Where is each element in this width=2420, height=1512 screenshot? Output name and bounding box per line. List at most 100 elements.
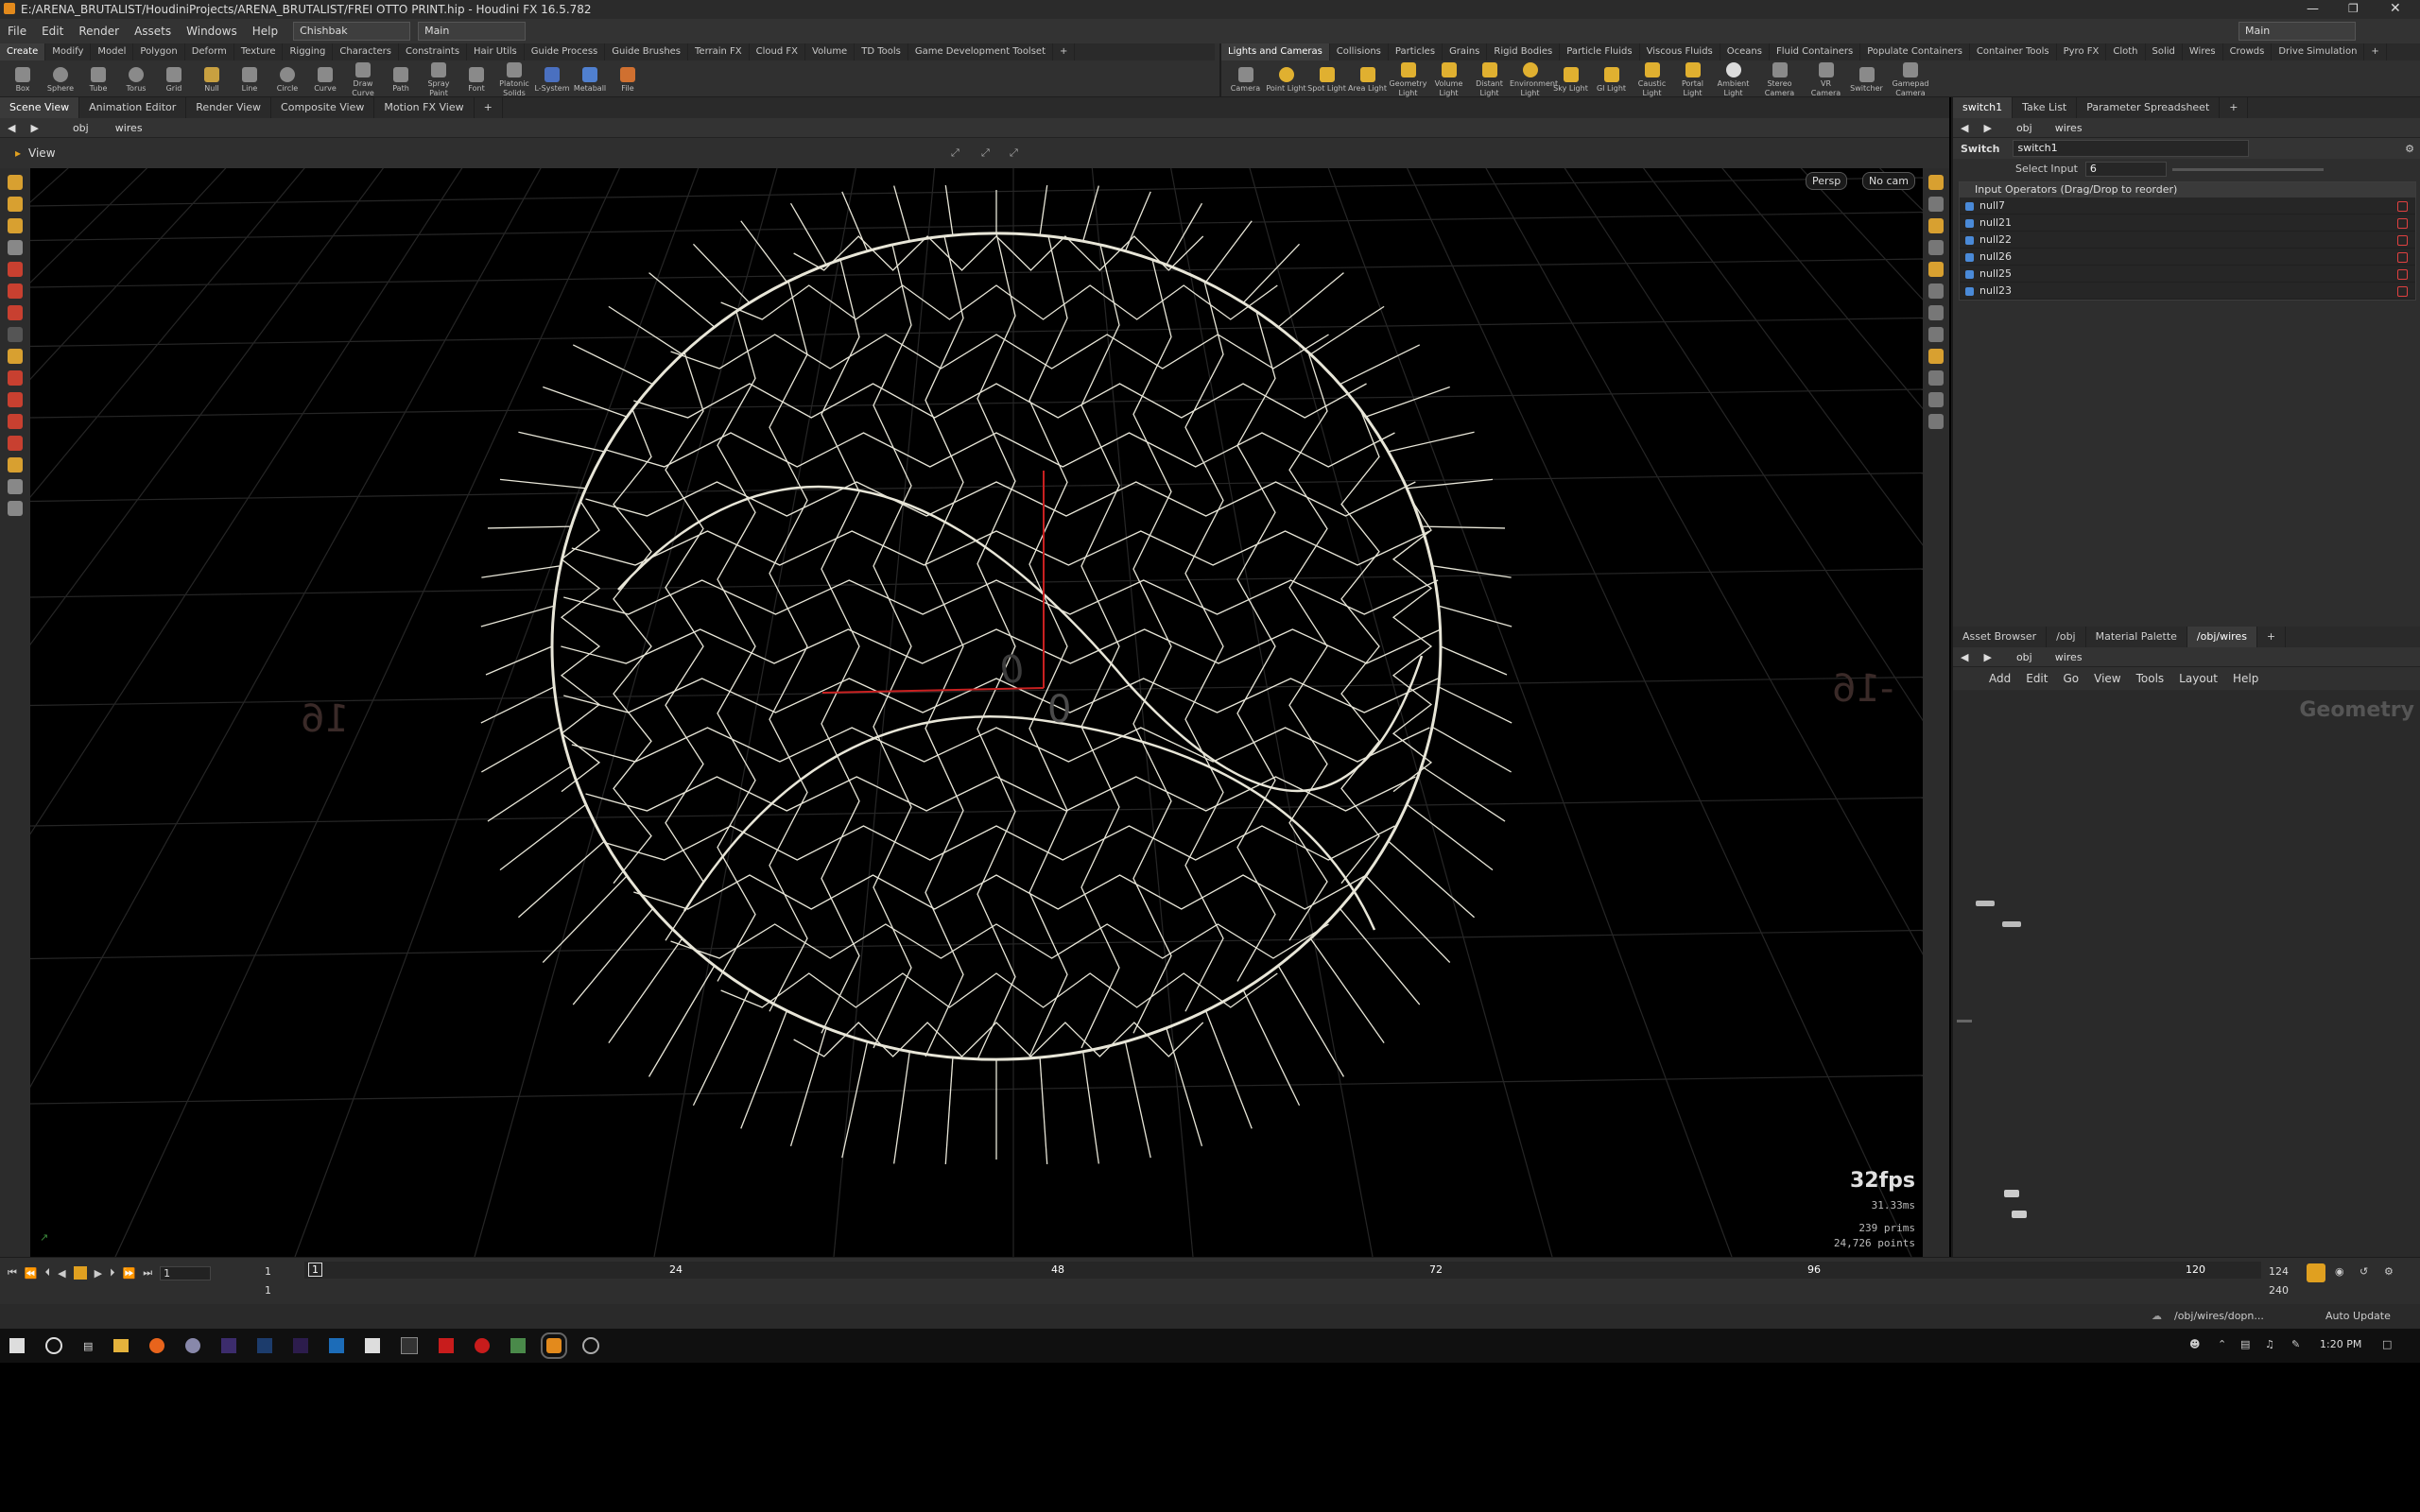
remove-input-icon[interactable] <box>2397 286 2408 297</box>
tool-curve[interactable]: Curve <box>306 63 344 94</box>
back-arrow-icon[interactable]: ◀ <box>1953 122 1976 134</box>
tab-composite-view[interactable]: Composite View <box>271 97 375 118</box>
shelf-tab[interactable]: Guide Brushes <box>605 43 689 60</box>
view-tool-icon[interactable] <box>8 197 23 212</box>
tool-path[interactable]: Path <box>382 63 420 94</box>
select-input-slider[interactable] <box>2171 167 2324 171</box>
filezilla-icon[interactable] <box>439 1338 455 1353</box>
tab-render-view[interactable]: Render View <box>186 97 272 118</box>
scale-tool-icon[interactable] <box>8 305 23 320</box>
shelf-tab[interactable]: Create <box>0 43 46 60</box>
tool-portal-light[interactable]: Portal Light <box>1672 59 1713 98</box>
network-menu-layout[interactable]: Layout <box>2171 667 2225 690</box>
shelf-tab[interactable]: Volume <box>805 43 856 60</box>
app-icon[interactable] <box>582 1337 600 1354</box>
app-icon[interactable] <box>365 1338 381 1353</box>
pose-tool-icon[interactable] <box>8 218 23 233</box>
auto-update-menu[interactable]: Auto Update <box>2325 1310 2391 1322</box>
shelf-tab[interactable]: Container Tools <box>1970 43 2057 60</box>
tool-null[interactable]: Null <box>193 63 231 94</box>
pen-icon[interactable]: ✎ <box>2291 1338 2300 1350</box>
tab-obj-wires[interactable]: /obj/wires <box>2187 627 2257 647</box>
path-wires[interactable]: wires <box>2048 122 2090 134</box>
shelf-tab[interactable]: Model <box>91 43 134 60</box>
repel-icon[interactable] <box>8 436 23 451</box>
range-end-field[interactable]: 124 <box>2269 1265 2289 1278</box>
remove-input-icon[interactable] <box>2397 269 2408 280</box>
add-pane-tab-icon[interactable]: + <box>2257 627 2287 647</box>
tool-draw-curve[interactable]: Draw Curve <box>344 59 382 98</box>
network-menu-edit[interactable]: Edit <box>2018 667 2055 690</box>
app-icon[interactable] <box>185 1338 201 1353</box>
tool-environment-light[interactable]: Environment Light <box>1510 59 1558 98</box>
point-display-icon[interactable] <box>1928 284 1944 299</box>
input-operator-row[interactable]: null25 <box>1960 266 2415 283</box>
task-view-icon[interactable]: ▤ <box>83 1340 93 1352</box>
vertex-display-icon[interactable] <box>1928 327 1944 342</box>
tool-camera[interactable]: Camera <box>1225 63 1266 94</box>
tool-tube[interactable]: Tube <box>79 63 117 94</box>
shelf-tab[interactable]: Modify <box>45 43 92 60</box>
shelf-tab[interactable]: Solid <box>2146 43 2183 60</box>
step-forward-icon[interactable]: ⏵ <box>110 1266 115 1280</box>
remove-input-icon[interactable] <box>2397 252 2408 263</box>
tool-volume-light[interactable]: Volume Light <box>1428 59 1469 98</box>
menu-file[interactable]: File <box>0 19 34 43</box>
input-operator-row[interactable]: null22 <box>1960 232 2415 249</box>
tool-spray-paint[interactable]: Spray Paint <box>420 59 458 98</box>
network-node[interactable] <box>2002 921 2021 927</box>
shading-icon[interactable] <box>1928 262 1944 277</box>
shelf-tab[interactable]: TD Tools <box>855 43 908 60</box>
tray-chevron-icon[interactable]: ⌃ <box>2218 1338 2226 1350</box>
layout-selector[interactable]: Main <box>418 22 527 41</box>
camera-menu-button[interactable]: No cam <box>1862 172 1915 190</box>
display-options-icon[interactable] <box>1928 175 1944 190</box>
magnet-icon[interactable] <box>8 370 23 386</box>
shelf-tab[interactable]: Cloud FX <box>750 43 806 60</box>
tool-sky-light[interactable]: Sky Light <box>1550 63 1591 94</box>
node-name-field[interactable]: switch1 <box>2013 140 2250 157</box>
right-desktop-selector[interactable]: Main <box>2238 22 2356 41</box>
snap-icon[interactable]: ⤢ <box>951 146 959 160</box>
network-menu-go[interactable]: Go <box>2055 667 2086 690</box>
network-menu-view[interactable]: View <box>2086 667 2128 690</box>
shelf-tab[interactable]: Texture <box>234 43 284 60</box>
key-icon[interactable] <box>2307 1263 2325 1282</box>
shelf-tab[interactable]: Collisions <box>1330 43 1389 60</box>
rotate-tool-icon[interactable] <box>8 284 23 299</box>
render-region-icon[interactable] <box>8 457 23 472</box>
3d-viewport[interactable]: 16 0 0 -16 Persp No cam 32fps 31.33ms 23… <box>30 168 1923 1257</box>
playhead[interactable]: 1 <box>308 1263 322 1277</box>
houdini-taskbar-icon[interactable] <box>541 1332 568 1359</box>
range-start2-field[interactable]: 1 <box>265 1284 271 1297</box>
menu-windows[interactable]: Windows <box>179 19 245 43</box>
windows-start-icon[interactable] <box>9 1338 25 1353</box>
network-menu-add[interactable]: Add <box>1981 667 2018 690</box>
input-operator-row[interactable]: null21 <box>1960 215 2415 232</box>
guide-display-icon[interactable] <box>1928 392 1944 407</box>
tool-gamepad-camera[interactable]: Gamepad Camera <box>1887 59 1934 98</box>
network-node[interactable] <box>2004 1190 2019 1197</box>
path-obj[interactable]: obj <box>65 122 96 134</box>
network-node[interactable] <box>2012 1211 2027 1218</box>
tool-sphere[interactable]: Sphere <box>42 63 79 94</box>
lock-camera-icon[interactable] <box>1928 218 1944 233</box>
jump-start-icon[interactable]: ⏮ <box>8 1266 17 1280</box>
path-obj[interactable]: obj <box>2009 651 2040 663</box>
snap-magnet-icon[interactable] <box>8 392 23 407</box>
arrow-tool-icon[interactable] <box>8 240 23 255</box>
network-node[interactable] <box>1976 901 1995 906</box>
range-end2-field[interactable]: 240 <box>2269 1284 2289 1297</box>
maximize-icon[interactable]: ❐ <box>2348 2 2359 15</box>
tab-motion-fx-view[interactable]: Motion FX View <box>374 97 475 118</box>
app-icon[interactable] <box>329 1338 345 1353</box>
step-back-icon[interactable]: ⏴ <box>45 1266 51 1280</box>
tool-distant-light[interactable]: Distant Light <box>1469 59 1510 98</box>
app-icon[interactable] <box>401 1337 419 1354</box>
menu-assets[interactable]: Assets <box>127 19 179 43</box>
shelf-tab[interactable]: Polygon <box>133 43 185 60</box>
wire-display-icon[interactable] <box>1928 349 1944 364</box>
add-shelf-tab-icon[interactable]: + <box>1053 43 1076 60</box>
path-wires[interactable]: wires <box>108 122 150 134</box>
desktop-selector[interactable]: Chishbak <box>293 22 411 41</box>
